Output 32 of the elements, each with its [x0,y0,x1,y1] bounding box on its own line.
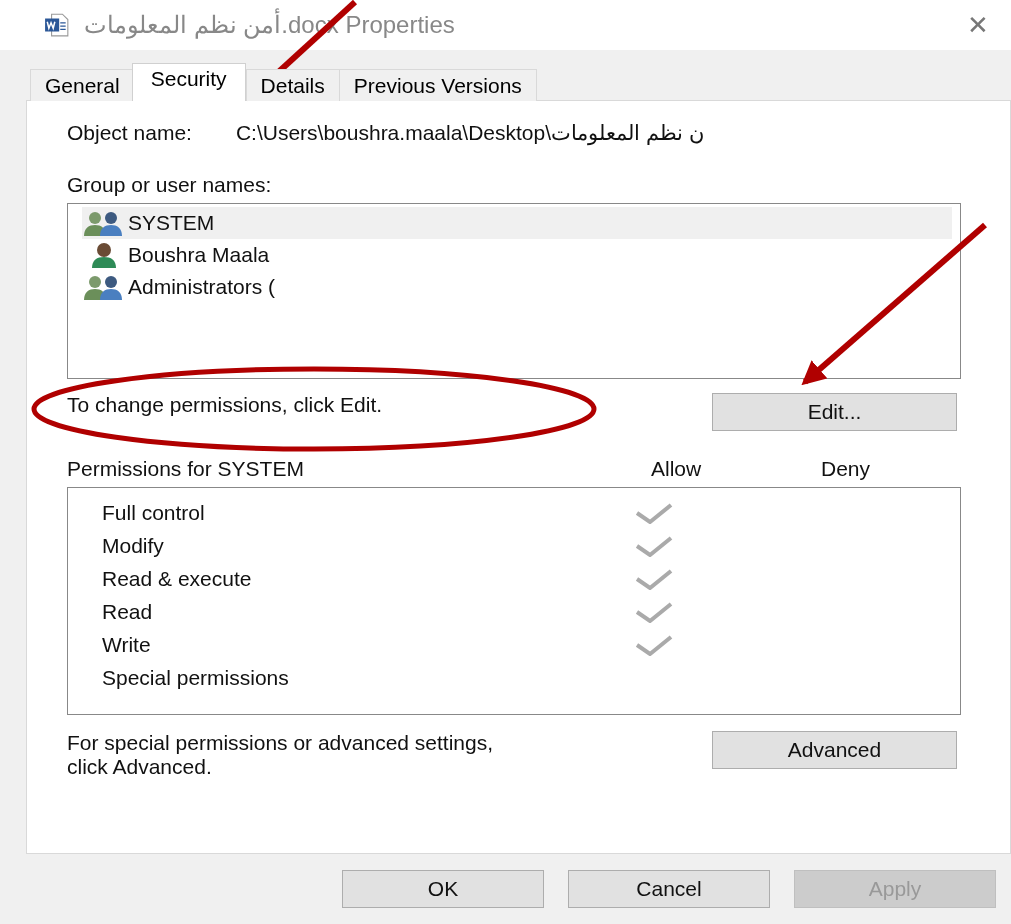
object-name-label: Object name: [67,121,192,145]
dialog-button[interactable]: Cancel [568,870,770,908]
check-icon [634,501,675,524]
word-document-icon [44,12,70,38]
permissions-label: Permissions for SYSTEM [67,457,305,481]
object-name-value: C:\Users\boushra.maala\Desktop\ن نظم المعلومات [235,121,704,145]
dialog-button[interactable]: OK [342,870,544,908]
permission-name: Write [102,632,152,657]
check-icon [634,534,675,557]
user-list-item[interactable]: Administrators ( [82,271,952,303]
check-icon [634,633,675,656]
user-list-item[interactable]: Boushra Maala [82,239,952,271]
advanced-button[interactable]: Advanced [712,731,957,769]
permission-name: Read [102,599,154,624]
allow-column-header: Allow [651,457,703,481]
permission-name: Read & execute [102,566,253,591]
tab[interactable]: General [30,69,135,101]
tab[interactable]: Details [245,69,340,101]
close-button[interactable]: ✕ [945,9,1011,41]
group-list-label: Group or user names: [67,173,273,197]
permission-name: Modify [102,533,165,558]
tab[interactable]: Previous Versions [338,69,537,101]
user-list-item[interactable]: SYSTEM [82,207,952,239]
deny-column-header: Deny [821,457,872,481]
permission-name: Full control [102,500,206,525]
permission-name: Special permissions [102,665,290,690]
advanced-hint: For special permissions or advanced settings, click Advanced. [67,731,495,779]
check-icon [634,600,675,623]
tab[interactable]: Security [131,63,246,101]
check-icon [634,567,675,590]
edit-button[interactable]: Edit... [712,393,957,431]
edit-hint: To change permissions, click Edit. [67,393,383,417]
